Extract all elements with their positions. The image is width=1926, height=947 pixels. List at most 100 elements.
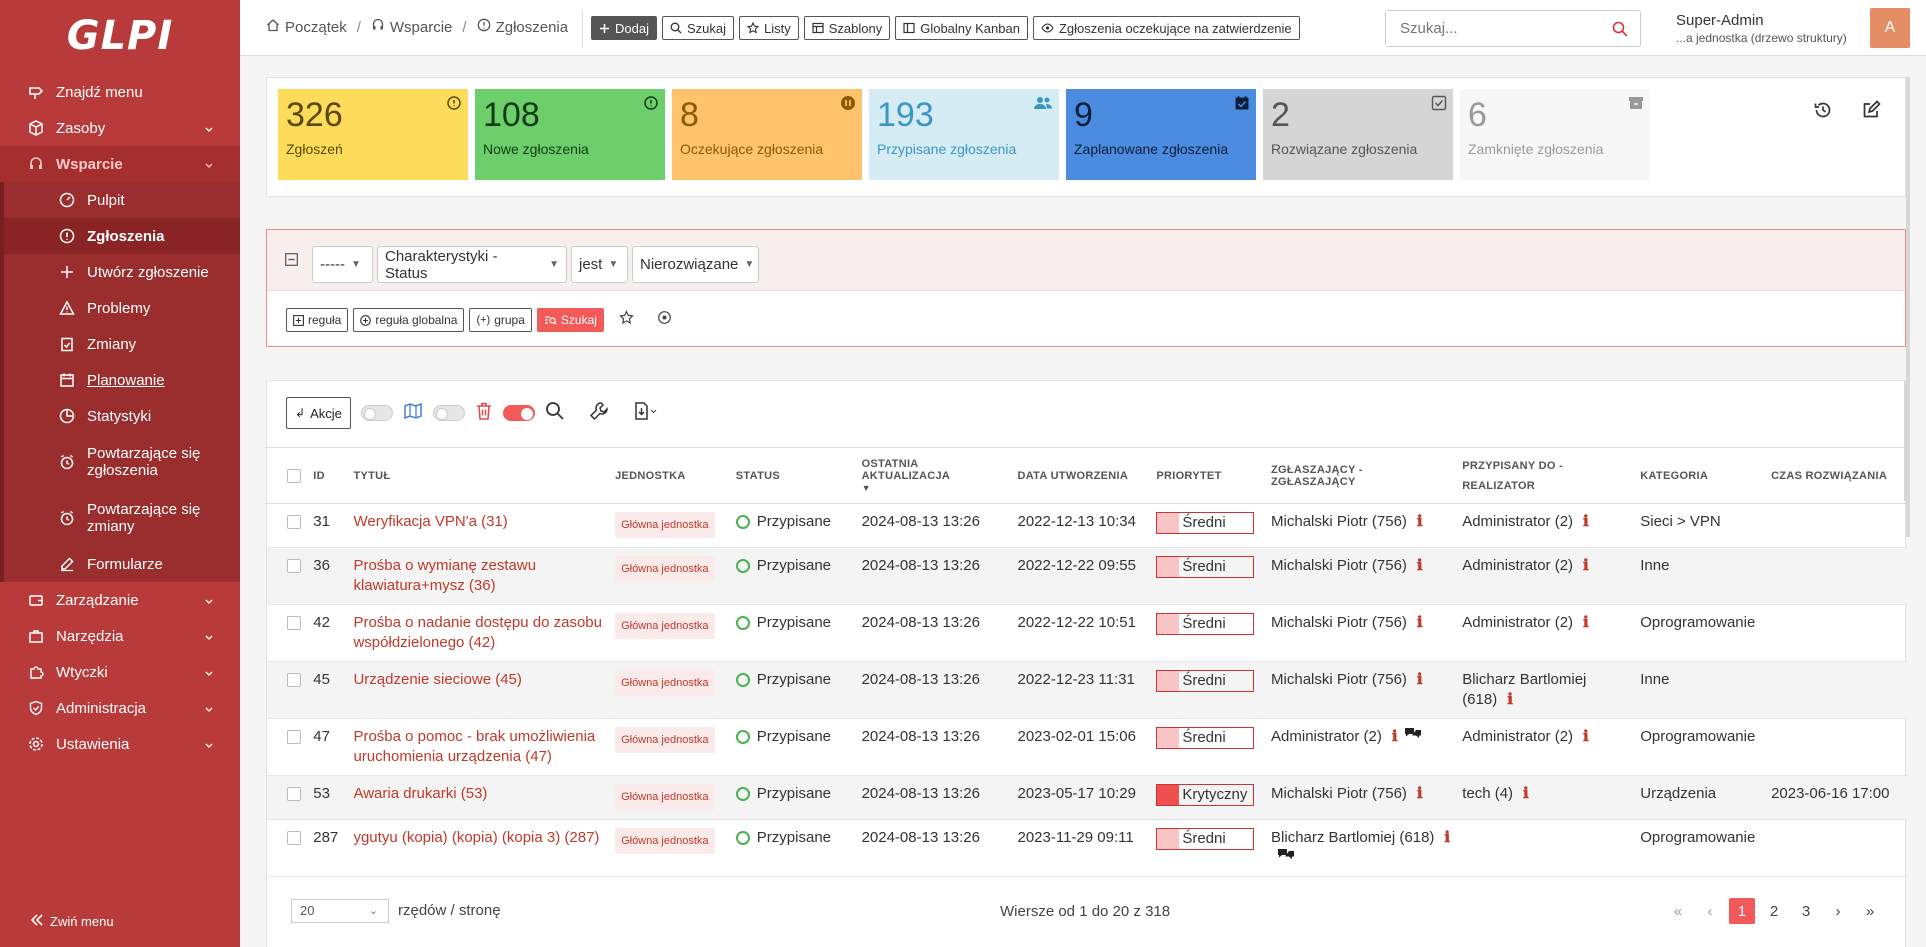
page-2[interactable]: 2: [1761, 898, 1787, 924]
row-checkbox[interactable]: [287, 831, 301, 845]
table-row[interactable]: 45 Urządzenie sieciowe (45) Główna jednost…: [267, 661, 1907, 719]
criteria-operator-select[interactable]: jest ▼: [571, 246, 628, 283]
stat-tile-solved[interactable]: 2 Rozwiązane zgłoszenia: [1263, 89, 1453, 180]
chat-bubbles-icon[interactable]: [1277, 849, 1295, 866]
column-header-resolution-time[interactable]: CZAS ROZWIĄZANIA: [1765, 447, 1907, 504]
search-submit-button[interactable]: Szukaj: [536, 308, 604, 332]
column-header-title[interactable]: TYTUŁ: [347, 447, 610, 504]
criteria-value-select[interactable]: Nierozwiązane ▼: [632, 246, 759, 283]
page-1[interactable]: 1: [1729, 898, 1755, 924]
column-header-assigned[interactable]: PRZYPISANY DO - REALIZATOR: [1456, 447, 1635, 504]
info-icon[interactable]: ℹ: [1417, 785, 1423, 802]
sidebar-item-recurrent-changes[interactable]: Powtarzające się zmiany: [4, 490, 240, 546]
sidebar-item-tools[interactable]: Narzędzia: [0, 618, 240, 654]
ticket-title-link[interactable]: Weryfikacja VPN'a (31): [353, 513, 507, 530]
row-checkbox[interactable]: [287, 515, 301, 529]
entity-badge[interactable]: Główna jednostka: [615, 670, 715, 696]
global-kanban-button[interactable]: Globalny Kanban: [895, 16, 1028, 40]
page-3[interactable]: 3: [1793, 898, 1819, 924]
sidebar-item-management[interactable]: Zarządzanie: [0, 582, 240, 618]
breadcrumb-home[interactable]: Początek: [266, 18, 347, 36]
ticket-title-link[interactable]: Prośba o nadanie dostępu do zasobu współ…: [353, 614, 602, 651]
table-row[interactable]: 47 Prośba o pomoc - brak umożliwienia uru…: [267, 718, 1907, 776]
user-menu[interactable]: Super-Admin ...a jednostka (drzewo struk…: [1676, 12, 1847, 45]
column-header-created[interactable]: DATA UTWORZENIA: [1011, 447, 1151, 504]
export-icon[interactable]: [633, 401, 657, 426]
sidebar-item-administration[interactable]: Administracja: [0, 690, 240, 726]
stat-tile-closed[interactable]: 6 Zamknięte zgłoszenia: [1460, 89, 1650, 180]
info-icon[interactable]: ℹ: [1523, 785, 1529, 802]
sidebar-item-statistics[interactable]: Statystyki: [4, 398, 240, 434]
row-checkbox[interactable]: [287, 730, 301, 744]
ticket-title-link[interactable]: Prośba o pomoc - brak umożliwienia uruch…: [353, 728, 595, 765]
column-header-status[interactable]: STATUS: [729, 447, 856, 504]
criteria-field-select[interactable]: Charakterystyki - Status ▼: [377, 246, 567, 283]
search-toggle[interactable]: [502, 405, 535, 421]
rows-per-page-select[interactable]: 20 ⌄: [291, 899, 389, 923]
global-search[interactable]: [1385, 10, 1641, 47]
search-button[interactable]: Szukaj: [661, 16, 734, 40]
reset-search-icon[interactable]: [657, 310, 672, 330]
stat-tile-new[interactable]: 108 Nowe zgłoszenia: [475, 89, 665, 180]
column-header-entity[interactable]: JEDNOSTKA: [609, 447, 730, 504]
actions-button[interactable]: ↲ Akcje: [286, 397, 351, 429]
history-icon[interactable]: [1813, 100, 1833, 125]
info-icon[interactable]: ℹ: [1444, 829, 1450, 846]
info-icon[interactable]: ℹ: [1583, 614, 1589, 631]
sidebar-item-dashboard[interactable]: Pulpit: [4, 182, 240, 218]
sidebar-item-create-ticket[interactable]: Utwórz zgłoszenie: [4, 254, 240, 290]
add-group-button[interactable]: (+) grupa: [469, 308, 532, 332]
ticket-title-link[interactable]: Prośba o wymianę zestawu klawiatura+mysz…: [353, 557, 536, 594]
table-row[interactable]: 42 Prośba o nadanie dostępu do zasobu wsp…: [267, 604, 1907, 662]
row-checkbox[interactable]: [287, 616, 301, 630]
row-checkbox[interactable]: [287, 787, 301, 801]
map-toggle[interactable]: [360, 405, 393, 421]
sidebar-item-forms[interactable]: Formularze: [4, 546, 240, 582]
save-search-star-icon[interactable]: [619, 310, 634, 330]
column-header-last-update[interactable]: OSTATNIA AKTUALIZACJA ▼: [855, 447, 1012, 504]
info-icon[interactable]: ℹ: [1417, 557, 1423, 574]
sidebar-item-settings[interactable]: Ustawienia: [0, 726, 240, 762]
column-header-id[interactable]: ID: [307, 447, 348, 504]
add-button[interactable]: Dodaj: [591, 16, 657, 40]
info-icon[interactable]: ℹ: [1583, 513, 1589, 530]
info-icon[interactable]: ℹ: [1392, 728, 1398, 745]
table-row[interactable]: 36 Prośba o wymianę zestawu klawiatura+my…: [267, 547, 1907, 605]
search-input[interactable]: [1386, 11, 1596, 46]
table-row[interactable]: 287 ygutyu (kopia) (kopia) (kopia 3) (287…: [267, 819, 1907, 877]
sidebar-item-changes[interactable]: Zmiany: [4, 326, 240, 362]
column-header-category[interactable]: KATEGORIA: [1634, 447, 1766, 504]
sidebar-item-assets[interactable]: Zasoby: [0, 110, 240, 146]
select-all-checkbox[interactable]: [287, 468, 301, 483]
add-rule-button[interactable]: reguła: [286, 308, 349, 332]
criteria-link-select[interactable]: ----- ▼: [312, 246, 373, 283]
sidebar-item-support[interactable]: Wsparcie: [0, 146, 240, 182]
glpi-logo[interactable]: GLPI: [0, 0, 240, 72]
templates-button[interactable]: Szablony: [803, 16, 891, 40]
table-row[interactable]: 31 Weryfikacja VPN'a (31) Główna jednostka…: [267, 503, 1907, 548]
sidebar-item-planning[interactable]: Planowanie: [4, 362, 240, 398]
info-icon[interactable]: ℹ: [1583, 557, 1589, 574]
last-page-icon[interactable]: »: [1857, 898, 1883, 924]
breadcrumb-tickets[interactable]: Zgłoszenia: [477, 18, 568, 36]
lists-button[interactable]: Listy: [739, 16, 799, 40]
entity-badge[interactable]: Główna jednostka: [615, 828, 715, 854]
row-checkbox[interactable]: [287, 673, 301, 687]
ticket-title-link[interactable]: Urządzenie sieciowe (45): [353, 671, 521, 688]
sidebar-item-problems[interactable]: Problemy: [4, 290, 240, 326]
stat-tile-planned[interactable]: 9 Zaplanowane zgłoszenia: [1066, 89, 1256, 180]
entity-badge[interactable]: Główna jednostka: [615, 512, 715, 538]
sidebar-item-find-menu[interactable]: Znajdź menu: [0, 74, 240, 110]
ticket-title-link[interactable]: ygutyu (kopia) (kopia) (kopia 3) (287): [353, 829, 599, 846]
sidebar-item-recurrent-tickets[interactable]: Powtarzające się zgłoszenia: [4, 434, 240, 490]
page-scrollbar[interactable]: [1906, 77, 1910, 537]
avatar[interactable]: A: [1870, 8, 1910, 48]
info-icon[interactable]: ℹ: [1417, 513, 1423, 530]
breadcrumb-support[interactable]: Wsparcie: [371, 18, 452, 36]
table-row[interactable]: 53 Awaria drukarki (53) Główna jednostka Pr…: [267, 775, 1907, 820]
row-checkbox[interactable]: [287, 559, 301, 573]
remove-criteria-icon[interactable]: [285, 253, 298, 271]
prev-page-icon[interactable]: ‹: [1697, 898, 1723, 924]
search-icon[interactable]: [1612, 21, 1628, 42]
stat-tile-pending[interactable]: 8 Oczekujące zgłoszenia: [672, 89, 862, 180]
